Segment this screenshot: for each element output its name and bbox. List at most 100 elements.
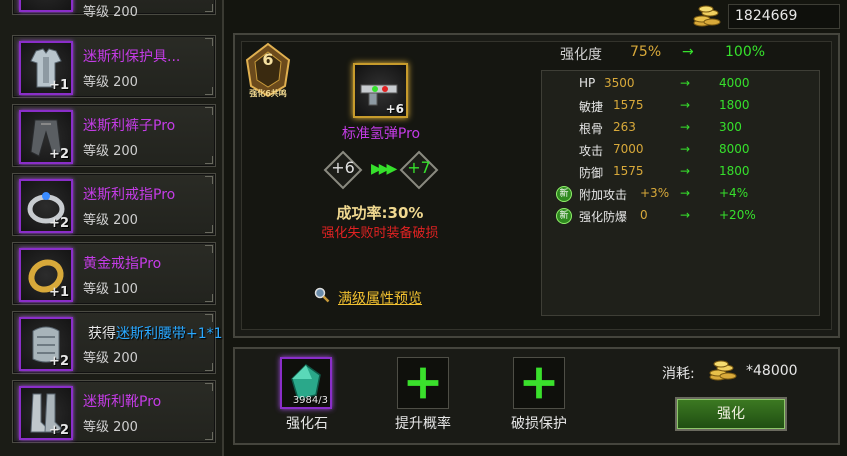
plus-icon bbox=[523, 367, 555, 399]
stat-from: 0 bbox=[640, 208, 648, 222]
degree-label: 强化度 bbox=[560, 47, 602, 63]
new-badge-icon: 新 bbox=[556, 186, 572, 202]
item-name: 迷斯利保护具... bbox=[83, 49, 181, 65]
frame-corner bbox=[205, 245, 213, 253]
enhance-button[interactable]: 强化 bbox=[675, 397, 787, 431]
raise-probability-slot[interactable] bbox=[397, 357, 449, 409]
inventory-panel: 等级 200 +1 迷斯利保护具... 等级 200 +2 迷斯利裤子Pro 等… bbox=[0, 0, 224, 456]
break-protection-slot[interactable] bbox=[513, 357, 565, 409]
stat-arrow: → bbox=[680, 142, 691, 156]
item-level: 等级 100 bbox=[83, 282, 138, 297]
badge-text: 强化6共鸣 bbox=[249, 89, 287, 98]
plus-level: +2 bbox=[49, 216, 69, 231]
stat-to: 300 bbox=[719, 120, 742, 134]
new-badge-icon: 新 bbox=[556, 208, 572, 224]
inventory-item[interactable]: +2 迷斯利靴Pro 等级 200 bbox=[12, 380, 216, 443]
item-level: 等级 200 bbox=[83, 420, 138, 435]
stat-from: 1575 bbox=[613, 164, 644, 178]
plus-level: +1 bbox=[49, 285, 69, 300]
gold-ring-icon: +1 bbox=[19, 248, 73, 302]
inventory-item-partial[interactable]: 等级 200 bbox=[12, 0, 216, 20]
stat-arrow: → bbox=[680, 98, 691, 112]
stat-label: 强化防爆 bbox=[579, 210, 628, 224]
plus-level: +2 bbox=[49, 354, 69, 369]
item-name: 迷斯利戒指Pro bbox=[83, 187, 176, 203]
pants-icon: +2 bbox=[19, 110, 73, 164]
inventory-item[interactable]: +1 黄金戒指Pro 等级 100 bbox=[12, 242, 216, 305]
gold-amount: 1824669 bbox=[728, 4, 840, 29]
frame-corner bbox=[205, 4, 213, 12]
item-level: 等级 200 bbox=[83, 213, 138, 228]
stats-table: HP 3500 → 4000 敏捷 1575 → 1800 根骨 263 → 3… bbox=[541, 70, 820, 316]
toast-prefix: 获得 bbox=[88, 326, 116, 342]
stat-to: +4% bbox=[719, 186, 749, 200]
stat-from: 1575 bbox=[613, 98, 644, 112]
enhance-stone-slot[interactable]: 3984/3 bbox=[280, 357, 332, 409]
stat-label: 根骨 bbox=[579, 122, 604, 136]
inventory-item[interactable]: +1 迷斯利保护具... 等级 200 bbox=[12, 35, 216, 98]
stat-to: 1800 bbox=[719, 98, 750, 112]
probability-label: 提升概率 bbox=[395, 416, 451, 432]
gold-coins-icon bbox=[709, 360, 737, 381]
item-level: 等级 200 bbox=[83, 144, 138, 159]
stone-label: 强化石 bbox=[286, 416, 328, 432]
stat-arrow: → bbox=[680, 120, 691, 134]
inventory-item[interactable]: +2 迷斯利戒指Pro 等级 200 bbox=[12, 173, 216, 236]
stat-row: HP 3500 → 4000 bbox=[542, 73, 821, 95]
item-level: 等级 200 bbox=[83, 75, 138, 90]
stat-label: 附加攻击 bbox=[579, 188, 628, 202]
stone-count: 3984/3 bbox=[292, 395, 328, 406]
upgrade-arrows-icon: ▶▶▶ bbox=[371, 161, 397, 177]
stat-row: 新 附加攻击 +3% → +4% bbox=[542, 183, 821, 205]
gold-coins-icon bbox=[693, 5, 721, 27]
enhance-degree-row: 强化度 75% → 100% bbox=[560, 44, 820, 64]
stat-row: 新 强化防爆 0 → +20% bbox=[542, 205, 821, 227]
plus-icon bbox=[407, 367, 439, 399]
stat-label: 敏捷 bbox=[579, 100, 604, 114]
frame-corner bbox=[205, 107, 213, 115]
current-level: +6 bbox=[331, 158, 355, 177]
equipment-slot[interactable]: +6 bbox=[353, 63, 408, 118]
stat-from: 3500 bbox=[604, 76, 635, 90]
stat-row: 敏捷 1575 → 1800 bbox=[542, 95, 821, 117]
stat-label: 防御 bbox=[579, 166, 604, 180]
stat-row: 根骨 263 → 300 bbox=[542, 117, 821, 139]
frame-corner bbox=[205, 87, 213, 95]
cost-label: 消耗: bbox=[662, 366, 695, 382]
stat-arrow: → bbox=[680, 186, 691, 200]
ring-icon: +2 bbox=[19, 179, 73, 233]
plus-level: +2 bbox=[49, 147, 69, 162]
success-rate: 成功率:30% bbox=[336, 204, 424, 222]
degree-from: 75% bbox=[630, 44, 662, 60]
frame-corner bbox=[205, 363, 213, 371]
stat-to: +20% bbox=[719, 208, 756, 222]
preview-label: 满级属性预览 bbox=[338, 291, 422, 307]
item-icon bbox=[19, 0, 73, 12]
max-level-preview-link[interactable]: 满级属性预览 bbox=[314, 287, 422, 308]
item-level: 等级 200 bbox=[83, 351, 138, 366]
armor-icon: +1 bbox=[19, 41, 73, 95]
stat-arrow: → bbox=[680, 76, 691, 90]
belt-icon: +2 bbox=[19, 317, 73, 371]
frame-corner bbox=[205, 176, 213, 184]
badge-level: 6 bbox=[262, 50, 274, 69]
boots-icon: +2 bbox=[19, 386, 73, 440]
stat-to: 8000 bbox=[719, 142, 750, 156]
stat-from: 7000 bbox=[613, 142, 644, 156]
item-name: 黄金戒指Pro bbox=[83, 256, 162, 272]
toast-item: 迷斯利腰带+1*1 bbox=[116, 326, 223, 342]
degree-arrow: → bbox=[682, 44, 694, 60]
stat-to: 1800 bbox=[719, 164, 750, 178]
frame-corner bbox=[205, 294, 213, 302]
stat-label: 攻击 bbox=[579, 144, 604, 158]
equipment-name: 标准氢弹Pro bbox=[341, 126, 421, 142]
next-level: +7 bbox=[407, 158, 431, 177]
frame-corner bbox=[205, 225, 213, 233]
stat-from: +3% bbox=[640, 186, 670, 200]
magnifier-icon bbox=[314, 287, 330, 303]
frame-corner bbox=[205, 432, 213, 440]
inventory-item[interactable]: +2 迷斯利裤子Pro 等级 200 bbox=[12, 104, 216, 167]
stat-arrow: → bbox=[680, 164, 691, 178]
stat-label: HP bbox=[579, 76, 596, 90]
item-level: 等级 200 bbox=[83, 5, 138, 20]
